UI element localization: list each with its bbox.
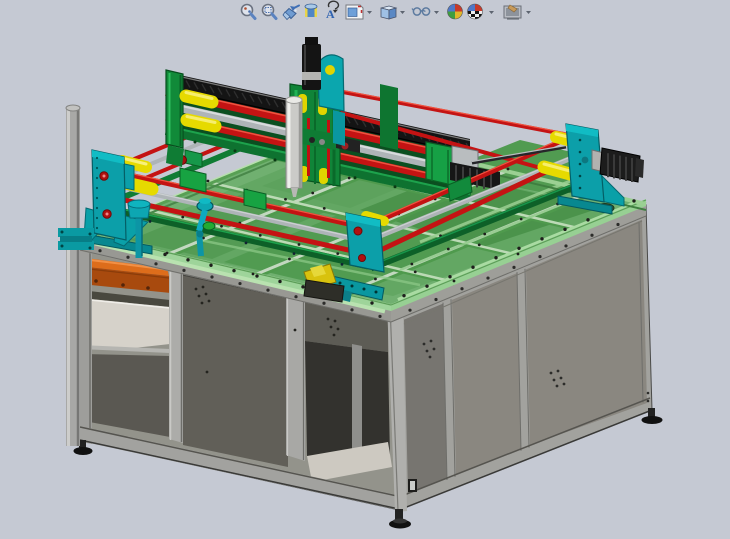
svg-text:A: A — [326, 7, 335, 21]
